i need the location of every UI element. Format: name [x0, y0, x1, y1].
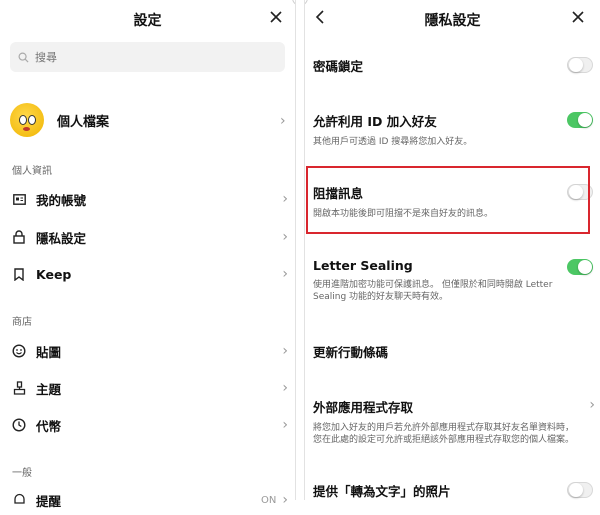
- menu-item-themes[interactable]: 主題 ›: [12, 373, 288, 403]
- menu-item-label: 提醒: [36, 493, 62, 509]
- setting-photo-to-text: 提供「轉為文字」的照片: [313, 481, 593, 500]
- search-icon: [18, 52, 29, 63]
- brush-icon: [12, 381, 26, 395]
- menu-item-notifications[interactable]: 提醒 ON ›: [12, 485, 288, 515]
- menu-item-my-account[interactable]: 我的帳號 ›: [12, 184, 288, 214]
- menu-item-label: 主題: [36, 381, 62, 397]
- setting-title: Letter Sealing: [313, 258, 413, 273]
- photo-to-text-toggle[interactable]: [567, 482, 593, 498]
- menu-item-stickers[interactable]: 貼圖 ›: [12, 336, 288, 366]
- settings-header: 設定: [0, 0, 295, 38]
- chevron-right-icon: ›: [282, 492, 288, 508]
- setting-external-app-access[interactable]: 外部應用程式存取 將您加入好友的用戶若允許外部應用程式存取其好友名單資料時，您在…: [313, 397, 595, 446]
- chevron-right-icon: ›: [282, 343, 288, 359]
- chevron-right-icon: ›: [282, 417, 288, 433]
- setting-title: 更新行動條碼: [313, 345, 389, 360]
- setting-description: 使用進階加密功能可保護訊息。 但僅限於和同時開啟 Letter Sealing …: [313, 280, 553, 302]
- page-title: 設定: [133, 13, 162, 29]
- menu-item-keep[interactable]: Keep ›: [12, 259, 288, 289]
- section-label-personal: 個人資訊: [12, 166, 52, 177]
- menu-item-coins[interactable]: 代幣 ›: [12, 410, 288, 440]
- smiley-icon: [12, 344, 26, 358]
- settings-panel: 設定 個人檔案 › 個人資訊 我的帳號 › 隱私設定 ›: [0, 0, 295, 509]
- setting-description: 其他用戶可透過 ID 搜尋將您加入好友。: [313, 137, 473, 147]
- setting-title: 外部應用程式存取: [313, 400, 414, 415]
- search-bar[interactable]: [10, 42, 285, 72]
- setting-letter-sealing: Letter Sealing 使用進階加密功能可保護訊息。 但僅限於和同時開啟 …: [313, 258, 593, 303]
- highlight-box: [306, 166, 590, 234]
- search-input[interactable]: [33, 49, 257, 65]
- chevron-right-icon: ›: [282, 266, 288, 282]
- menu-item-label: 隱私設定: [36, 230, 87, 246]
- privacy-settings-panel: 隱私設定 密碼鎖定 允許利用 ID 加入好友 其他用戶可透過 ID 搜尋將您加入…: [305, 0, 600, 500]
- profile-row[interactable]: 個人檔案 ›: [10, 100, 290, 140]
- letter-sealing-toggle[interactable]: [567, 259, 593, 275]
- setting-description: 將您加入好友的用戶若允許外部應用程式存取其好友名單資料時，您在此處的設定可允許或…: [313, 423, 575, 445]
- menu-item-label: 貼圖: [36, 344, 62, 360]
- notification-status: ON: [261, 494, 277, 506]
- profile-label: 個人檔案: [57, 114, 110, 130]
- section-label-store: 商店: [12, 317, 32, 328]
- menu-item-label: 我的帳號: [36, 192, 87, 208]
- chevron-right-icon: ›: [282, 229, 288, 245]
- avatar: [10, 103, 44, 137]
- setting-title: 密碼鎖定: [313, 59, 364, 74]
- chevron-right-icon: ›: [282, 191, 288, 207]
- privacy-header: 隱私設定: [305, 0, 600, 38]
- menu-item-label: 代幣: [36, 418, 62, 434]
- id-card-icon: [12, 192, 26, 206]
- setting-passcode-lock: 密碼鎖定: [313, 56, 593, 76]
- panel-divider: [295, 0, 305, 500]
- chevron-right-icon: ›: [280, 113, 286, 129]
- setting-update-qr[interactable]: 更新行動條碼: [313, 342, 593, 362]
- passcode-lock-toggle[interactable]: [567, 57, 593, 73]
- lock-icon: [12, 230, 26, 244]
- setting-allow-id-add: 允許利用 ID 加入好友 其他用戶可透過 ID 搜尋將您加入好友。: [313, 111, 593, 148]
- setting-title: 提供「轉為文字」的照片: [313, 484, 451, 499]
- chevron-right-icon: ›: [282, 380, 288, 396]
- setting-title: 允許利用 ID 加入好友: [313, 114, 437, 129]
- coin-icon: [12, 418, 26, 432]
- page-title: 隱私設定: [424, 13, 481, 29]
- allow-id-add-toggle[interactable]: [567, 112, 593, 128]
- section-label-general: 一般: [12, 468, 32, 479]
- menu-item-label: Keep: [36, 266, 72, 282]
- close-icon[interactable]: [570, 9, 586, 25]
- bookmark-icon: [12, 267, 26, 281]
- chevron-right-icon: ›: [589, 397, 595, 413]
- menu-item-privacy[interactable]: 隱私設定 ›: [12, 222, 288, 252]
- close-icon[interactable]: [268, 9, 284, 25]
- bell-icon: [12, 493, 26, 507]
